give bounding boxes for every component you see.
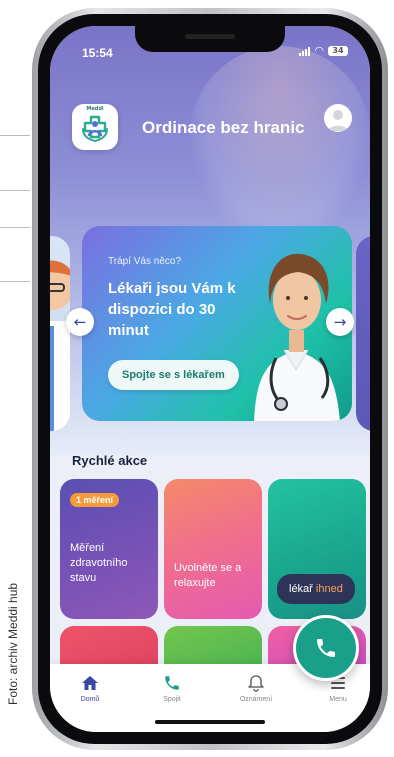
medical-cross-logo-icon [82,115,108,143]
carousel-prev-button[interactable]: ← [66,308,94,336]
quick-action-relax[interactable]: Uvolněte se a relaxujte [164,479,262,619]
banner-headline: Lékaři jsou Vám k dispozici do 30 minut [108,280,236,339]
nav-item-notifications[interactable]: Oznámení [226,674,286,703]
nav-item-connect[interactable]: Spojit [142,674,202,703]
cartoon-doctor-illustration [50,260,70,431]
arrow-right-icon: → [333,313,347,331]
carousel-prev-card[interactable] [50,236,70,431]
app-title: Ordinace bez hranic [142,118,305,137]
meddi-logo[interactable]: Meddi [72,104,118,150]
quick-actions-title: Rychlé akce [72,453,148,468]
quick-action-health-measurement[interactable]: 1 měření Měření zdravotního stavu [60,479,158,619]
chip-prefix: lékař [289,583,313,595]
wifi-icon: ◠ [314,44,324,57]
user-avatar[interactable] [324,104,352,132]
phone-icon [165,676,179,690]
tile-label: Měření zdravotního stavu [70,542,128,584]
call-doctor-button[interactable] [293,615,359,681]
nav-label: Domů [80,696,100,703]
status-bar: 15:54 ◠ 34 [50,26,370,66]
bell-icon [248,675,264,692]
page-edge-lines [0,135,30,285]
chip-highlight: ihned [315,583,343,595]
tile-label: Uvolněte se a relaxujte [174,562,242,589]
app-header: Meddi Ordinace bez hranic [50,104,370,160]
nav-item-home[interactable]: Domů [60,674,120,703]
photo-credit-text: Foto: archiv Meddi hub [6,582,20,705]
nav-label: Spojit [163,696,181,703]
home-icon [82,676,98,690]
app-screen: 15:54 ◠ 34 Meddi Ordinace bez hranic Trá… [50,26,370,732]
carousel-next-card[interactable] [356,236,370,431]
home-indicator [155,720,265,724]
measurement-count-badge: 1 měření [70,493,120,507]
contact-doctor-button[interactable]: Spojte se s lékařem [108,360,239,390]
status-time: 15:54 [82,46,113,60]
signal-icon [299,46,311,56]
phone-icon [317,639,335,657]
carousel-next-button[interactable]: → [326,308,354,336]
user-icon [328,110,348,131]
phone-frame: 15:54 ◠ 34 Meddi Ordinace bez hranic Trá… [32,8,388,750]
photo-credit: Foto: archiv Meddi hub [2,535,24,705]
nav-label: Menu [329,696,347,703]
doctor-now-chip[interactable]: lékař ihned [277,574,355,604]
status-icons: ◠ 34 [299,44,348,57]
phone-bezel: 15:54 ◠ 34 Meddi Ordinace bez hranic Trá… [38,14,382,744]
battery-icon: 34 [328,46,348,56]
nav-label: Oznámení [239,696,273,703]
arrow-left-icon: ← [73,313,87,331]
banner-subtitle: Trápí Vás něco? [108,256,182,267]
promo-banner[interactable]: Trápí Vás něco? Lékaři jsou Vám k dispoz… [82,226,352,421]
